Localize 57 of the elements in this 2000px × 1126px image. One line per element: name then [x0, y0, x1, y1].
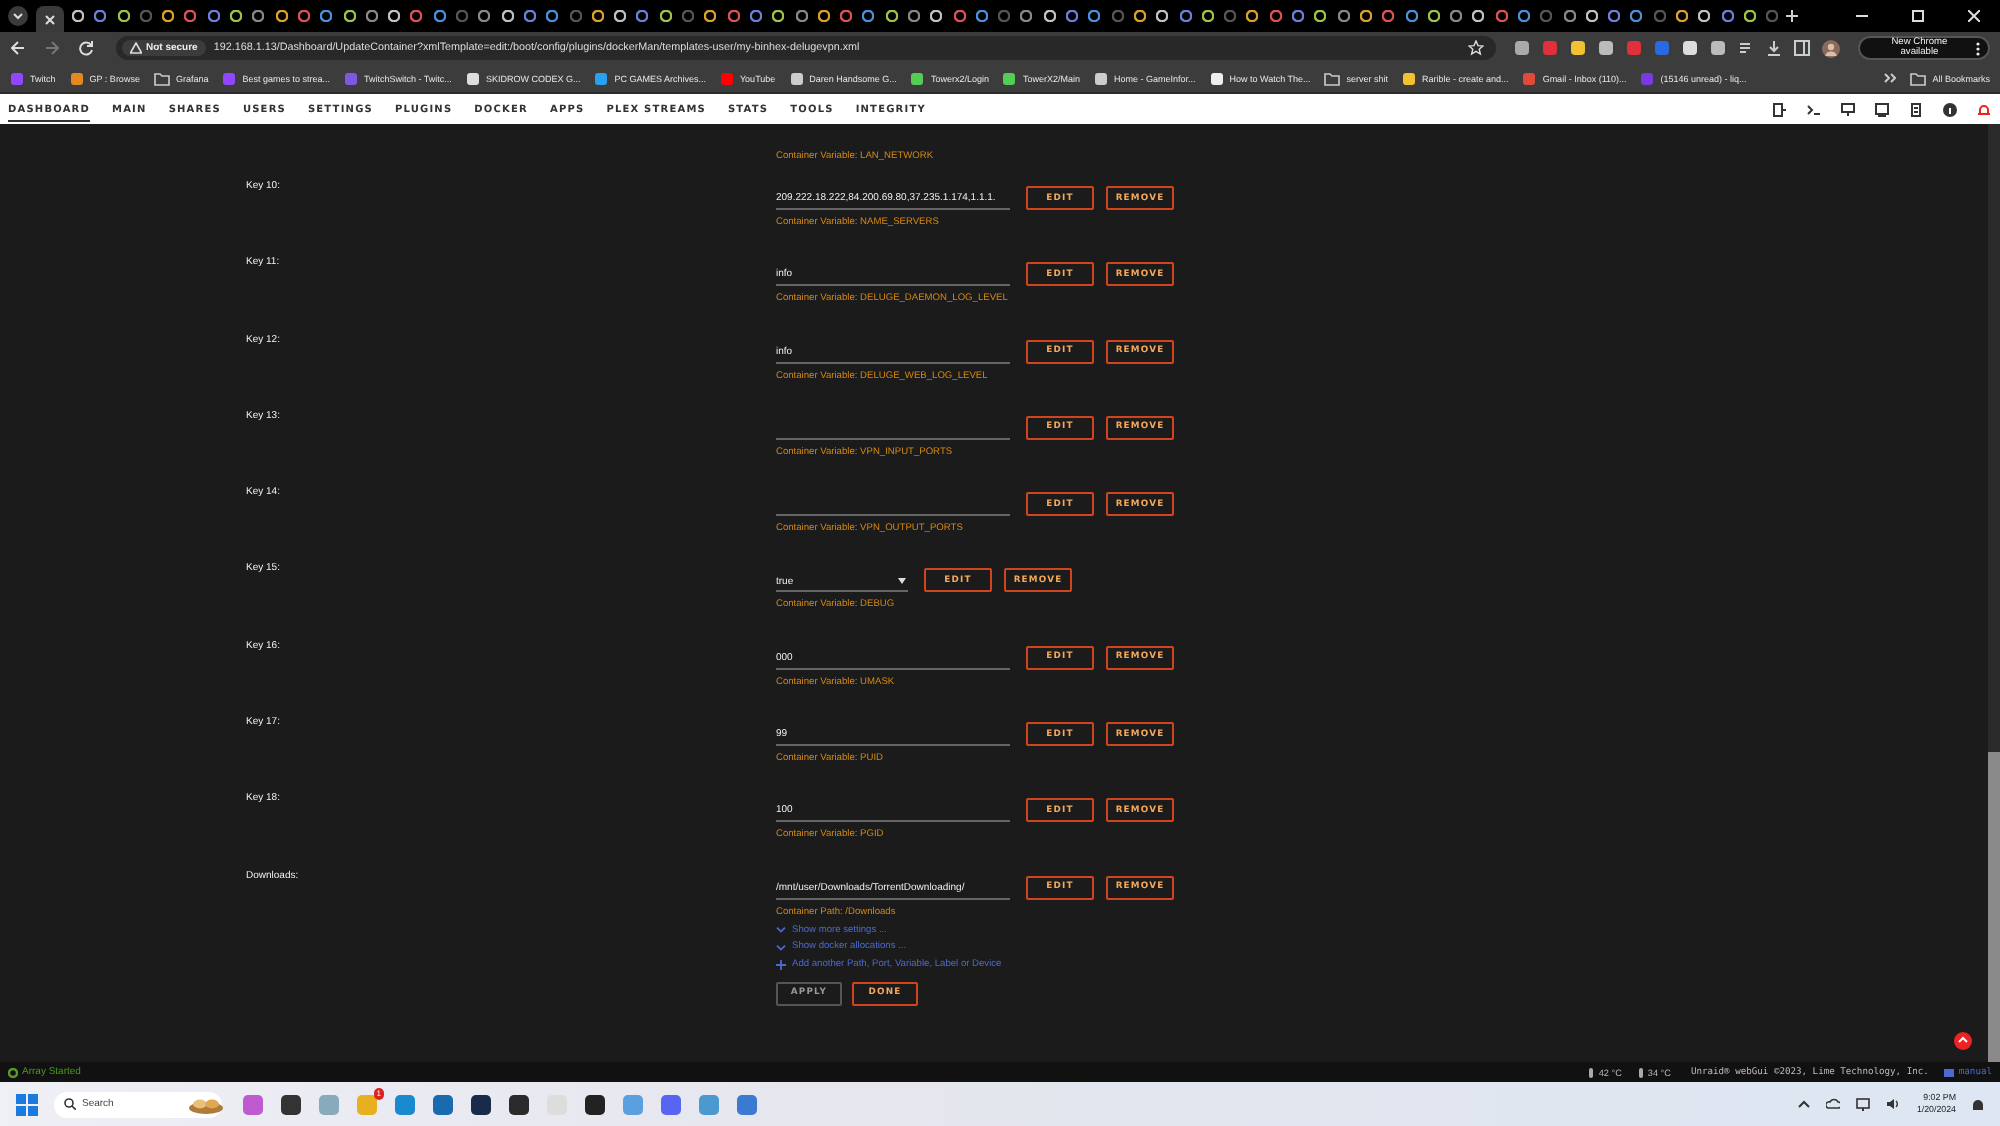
site-icon	[1402, 71, 1417, 85]
windows-start-icon[interactable]	[16, 1093, 38, 1115]
cloud-icon[interactable]	[1826, 1098, 1841, 1110]
reload-icon[interactable]	[78, 40, 94, 56]
site-icon	[594, 71, 609, 85]
site-icon	[465, 71, 480, 85]
warning-icon	[130, 42, 142, 54]
speaker-icon[interactable]	[1886, 1098, 1901, 1110]
site-icon	[222, 71, 237, 85]
site-icon	[10, 71, 24, 85]
bell-icon[interactable]	[1972, 1097, 1984, 1111]
app-icon[interactable]	[508, 1093, 530, 1115]
maximize-icon[interactable]	[1912, 10, 1924, 22]
folder-icon	[1324, 71, 1341, 85]
profile-avatar-icon[interactable]	[1822, 39, 1841, 57]
forward-icon[interactable]	[44, 40, 60, 56]
site-icon	[719, 71, 734, 85]
bell-icon[interactable]	[1976, 101, 1992, 117]
close-icon[interactable]	[1968, 10, 1980, 22]
folder-icon	[153, 71, 170, 85]
scrollbar[interactable]	[1988, 124, 2000, 1062]
tab-list-icon[interactable]	[8, 6, 28, 26]
app-icon[interactable]	[584, 1093, 606, 1115]
star-icon[interactable]	[1468, 40, 1485, 56]
thermometer-icon	[1588, 1067, 1595, 1077]
info-icon[interactable]	[1942, 101, 1958, 117]
minimize-icon[interactable]	[1856, 10, 1868, 22]
app-icon[interactable]	[470, 1093, 492, 1115]
side-panel-icon[interactable]	[1794, 40, 1811, 56]
caret-icon	[898, 578, 906, 585]
close-icon[interactable]	[44, 13, 56, 25]
search-icon	[64, 1098, 76, 1110]
site-icon	[789, 71, 804, 85]
site-icon	[1640, 71, 1655, 85]
active-tab[interactable]	[36, 6, 64, 32]
folder-icon	[1910, 71, 1927, 85]
thermometer-icon	[1637, 1067, 1644, 1077]
site-icon	[1093, 71, 1108, 85]
chevron-up-icon[interactable]	[1798, 1100, 1811, 1108]
site-icon	[1002, 71, 1017, 85]
app-icon[interactable]	[280, 1093, 302, 1115]
site-icon	[1209, 71, 1224, 85]
chevrons-icon[interactable]	[1884, 72, 1897, 84]
site-icon	[344, 71, 358, 85]
screen-icon[interactable]	[1874, 101, 1890, 117]
monitor-icon[interactable]	[1840, 101, 1856, 117]
site-icon	[1522, 71, 1537, 85]
terminal-icon[interactable]	[1806, 101, 1822, 117]
new-tab-icon[interactable]	[1786, 10, 1799, 22]
site-icon	[69, 71, 84, 85]
back-icon[interactable]	[10, 40, 26, 56]
download-icon[interactable]	[1766, 40, 1783, 56]
plus-icon	[776, 959, 786, 970]
scroll-to-top-icon[interactable]	[1954, 1032, 1972, 1050]
site-icon	[910, 71, 925, 85]
bread-basket-icon	[188, 1095, 224, 1113]
document-icon[interactable]	[1908, 101, 1924, 117]
